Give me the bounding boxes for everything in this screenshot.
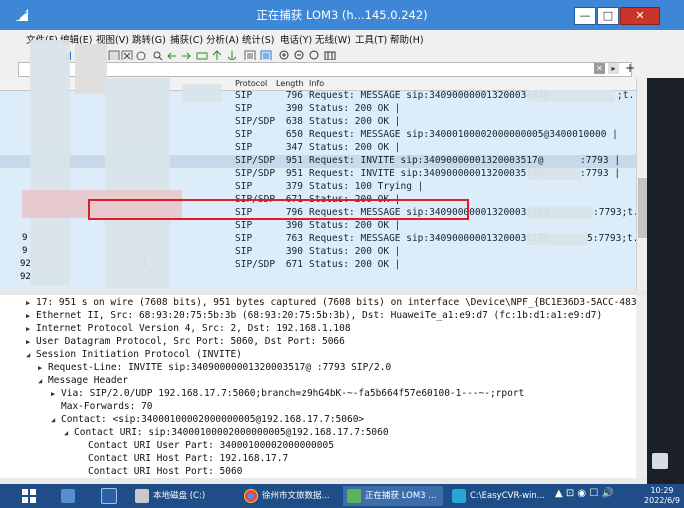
privacy-blur (527, 90, 615, 102)
privacy-blur (527, 168, 582, 180)
column-length[interactable]: Length (276, 79, 304, 88)
detail-row-max-forwards[interactable]: Max-Forwards: 70 (0, 401, 636, 414)
detail-row-udp[interactable]: ▶ User Datagram Protocol, Src Port: 5060,… (0, 336, 636, 349)
details-scrollbar[interactable] (636, 295, 647, 478)
disk-icon (135, 488, 149, 503)
packet-row[interactable]: SIP 390 Status: 200 OK | (0, 246, 636, 259)
menu-tools[interactable]: 工具(T) (355, 32, 387, 46)
detail-row-ethernet[interactable]: ▶ Ethernet II, Src: 68:93:20:75:5b:3b (68… (0, 310, 636, 323)
taskbar-terminal[interactable]: C:\EasyCVR-win... (448, 486, 548, 506)
taskbar-chrome[interactable]: 徐州市文旅数据... (240, 486, 338, 506)
taskbar-server-manager[interactable] (52, 486, 84, 506)
left-fragment: 9 (22, 233, 28, 243)
clock[interactable]: 10:29 2022/6/9 (642, 486, 682, 506)
detail-row-contact-port[interactable]: Contact URI Host Port: 5060 (0, 466, 636, 478)
detail-row-via[interactable]: ▶ Via: SIP/2.0/UDP 192.168.17.7:5060;bran… (0, 388, 636, 401)
menu-analyze[interactable]: 分析(A) (206, 32, 239, 46)
privacy-blur (75, 44, 107, 94)
scroll-thumb[interactable] (638, 178, 647, 238)
desktop-app-icon[interactable] (652, 453, 668, 469)
minimize-button[interactable]: — (574, 7, 596, 25)
detail-row-contact-user[interactable]: Contact URI User Part: 34000100002000000… (0, 440, 636, 453)
clock-date: 2022/6/9 (644, 496, 680, 505)
packet-row[interactable]: SIP 390 Status: 200 OK | (0, 220, 636, 233)
close-button[interactable]: ✕ (620, 7, 660, 25)
menu-go[interactable]: 跳转(G) (132, 32, 166, 46)
clear-filter-button[interactable]: ✕ (594, 63, 605, 74)
packet-row[interactable]: SIP/SDP 671 Status: 200 OK | (0, 259, 636, 272)
packet-row[interactable]: SIP/SDP 638 Status: 200 OK | (0, 116, 636, 129)
wireshark-icon (347, 488, 361, 503)
packet-row[interactable]: SIP 650 Request: MESSAGE sip:3400010000200… (0, 129, 636, 142)
packet-row[interactable]: SIP 347 Status: 200 OK | (0, 142, 636, 155)
privacy-blur (105, 78, 170, 288)
column-info[interactable]: Info (309, 79, 324, 88)
wireshark-window: 正在捕获 LOM3 (h...145.0.242) — □ ✕ 文件(F) 编辑… (0, 0, 684, 484)
chrome-icon (244, 488, 258, 503)
taskbar-wireshark[interactable]: 正在捕获 LOM3 ... (343, 486, 443, 506)
packet-row-selected[interactable]: SIP/SDP 951 Request: INVITE sip:3409000000… (0, 155, 636, 168)
title-bar[interactable]: 正在捕获 LOM3 (h...145.0.242) — □ ✕ (0, 0, 684, 30)
menu-wireless[interactable]: 无线(W) (315, 32, 351, 46)
column-protocol[interactable]: Protocol (235, 79, 267, 88)
privacy-blur (182, 84, 222, 102)
privacy-blur (30, 40, 70, 285)
packet-row[interactable]: SIP 390 Status: 200 OK | (0, 103, 636, 116)
server-manager-icon (61, 488, 75, 503)
detail-row-request-line[interactable]: ▶ Request-Line: INVITE sip:34090000001320… (0, 362, 636, 375)
start-button[interactable] (18, 486, 44, 506)
maximize-button[interactable]: □ (597, 7, 619, 25)
packet-details-pane[interactable]: ▶ 17: 951 s on wire (7608 bits), 951 byte… (0, 295, 636, 478)
red-highlight-box (88, 199, 469, 220)
privacy-blur (527, 207, 593, 219)
detail-row-contact[interactable]: ◢ Contact: <sip:34000100002000000005@192.… (0, 414, 636, 427)
privacy-blur (527, 233, 587, 245)
menu-help[interactable]: 帮助(H) (390, 32, 424, 46)
menu-statistics[interactable]: 统计(S) (242, 32, 274, 46)
add-filter-button[interactable]: + (625, 61, 635, 75)
desktop-background (647, 78, 684, 484)
taskbar: 本地磁盘 (C:) 徐州市文旅数据... 正在捕获 LOM3 ... C:\Ea… (0, 484, 684, 508)
packet-list[interactable]: Protocol Length Info SIP 796 Request: MESS… (0, 78, 636, 290)
terminal-icon (452, 488, 466, 503)
detail-row-contact-uri[interactable]: ◢ Contact URI: sip:34000100002000000005@1… (0, 427, 636, 440)
windows-start-icon (22, 489, 36, 503)
menu-capture[interactable]: 捕获(C) (170, 32, 203, 46)
menu-telephony[interactable]: 电话(Y) (280, 32, 312, 46)
detail-row-ipv4[interactable]: ▶ Internet Protocol Version 4, Src: 2, Ds… (0, 323, 636, 336)
taskbar-powershell[interactable] (92, 486, 124, 506)
clock-time: 10:29 (650, 486, 674, 495)
detail-row-sip[interactable]: ◢ Session Initiation Protocol (INVITE) (0, 349, 636, 362)
display-filter-input[interactable] (18, 62, 632, 77)
system-tray[interactable]: ▲ ⊡ ◉ ☐ 🔊 (555, 488, 614, 504)
left-fragment: 9 (22, 246, 28, 256)
detail-row-contact-host[interactable]: Contact URI Host Part: 192.168.17.7 (0, 453, 636, 466)
detail-row-message-header[interactable]: ◢ Message Header (0, 375, 636, 388)
apply-filter-button[interactable]: ▸ (608, 63, 619, 74)
detail-row-frame[interactable]: ▶ 17: 951 s on wire (7608 bits), 951 byte… (0, 297, 636, 310)
taskbar-local-disk[interactable]: 本地磁盘 (C:) (131, 486, 235, 506)
powershell-icon (101, 487, 117, 504)
